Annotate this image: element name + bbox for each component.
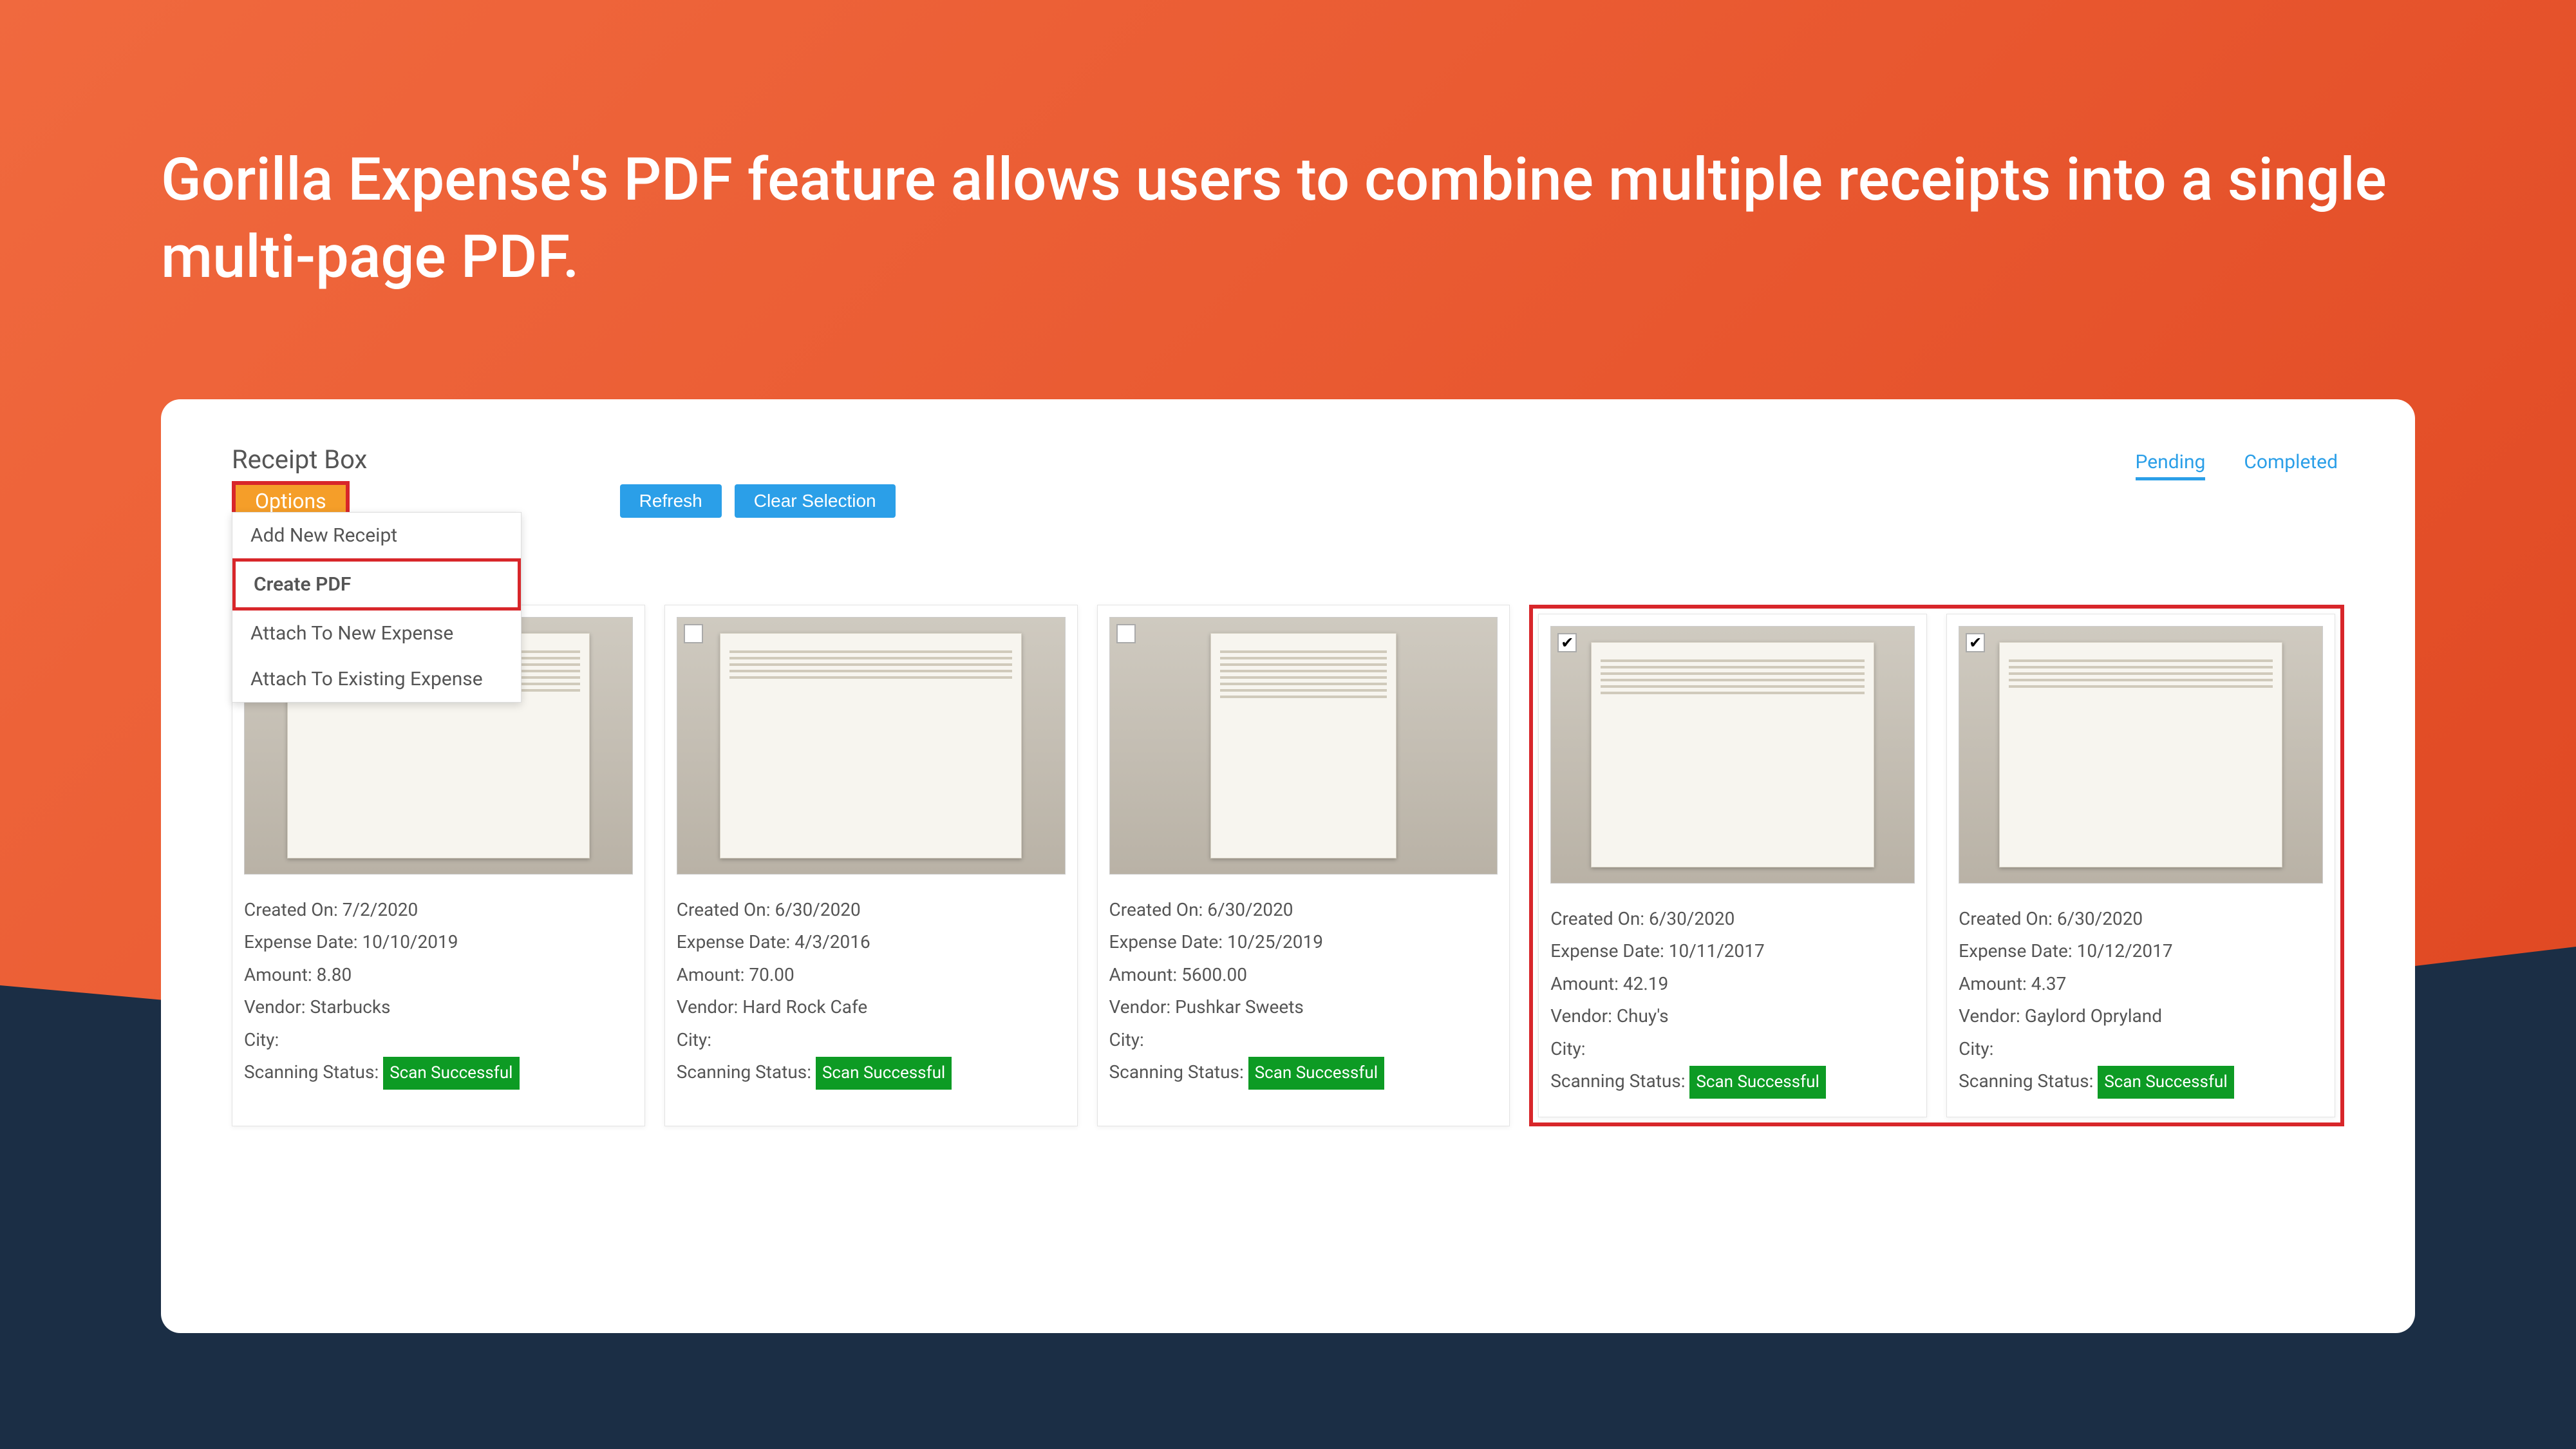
receipt-card[interactable]: Created On: 6/30/2020 Expense Date: 10/1…	[1538, 614, 1927, 1117]
receipt-image	[1591, 642, 1874, 867]
menu-attach-new-expense[interactable]: Attach To New Expense	[232, 611, 521, 656]
receipt-meta: Created On: 7/2/2020 Expense Date: 10/10…	[244, 894, 633, 1090]
select-checkbox[interactable]	[684, 624, 703, 643]
select-checkbox[interactable]	[1966, 633, 1985, 652]
scan-status-badge: Scan Successful	[2098, 1066, 2233, 1099]
refresh-button[interactable]: Refresh	[620, 484, 722, 518]
receipt-thumbnail	[1109, 617, 1498, 875]
receipt-meta: Created On: 6/30/2020 Expense Date: 4/3/…	[677, 894, 1066, 1090]
receipt-image	[1210, 633, 1396, 858]
receipt-meta: Created On: 6/30/2020 Expense Date: 10/2…	[1109, 894, 1498, 1090]
receipt-thumbnail	[677, 617, 1066, 875]
receipt-thumbnail	[1550, 626, 1915, 884]
options-dropdown: Add New Receipt Create PDF Attach To New…	[232, 512, 522, 703]
receipt-card[interactable]: Created On: 6/30/2020 Expense Date: 10/2…	[1097, 605, 1510, 1126]
status-tabs: Pending Completed	[2136, 451, 2338, 480]
toolbar-row: Options Refresh Clear Selection	[232, 481, 2344, 521]
receipt-meta: Created On: 6/30/2020 Expense Date: 10/1…	[1959, 903, 2323, 1099]
marketing-headline: Gorilla Expense's PDF feature allows use…	[161, 142, 2415, 296]
select-checkbox[interactable]	[1557, 633, 1577, 652]
scan-status-badge: Scan Successful	[1248, 1057, 1384, 1090]
scan-status-badge: Scan Successful	[383, 1057, 519, 1090]
select-checkbox[interactable]	[1116, 624, 1136, 643]
receipt-cards: Created On: 7/2/2020 Expense Date: 10/10…	[232, 605, 2344, 1126]
page-title: Receipt Box	[232, 444, 2344, 475]
selected-receipts-highlight: Created On: 6/30/2020 Expense Date: 10/1…	[1529, 605, 2344, 1126]
receipt-card[interactable]: Created On: 6/30/2020 Expense Date: 4/3/…	[664, 605, 1078, 1126]
menu-create-pdf[interactable]: Create PDF	[232, 558, 521, 611]
clear-selection-button[interactable]: Clear Selection	[735, 484, 896, 518]
scan-status-badge: Scan Successful	[816, 1057, 952, 1090]
menu-add-new-receipt[interactable]: Add New Receipt	[232, 513, 521, 558]
tab-completed[interactable]: Completed	[2244, 451, 2338, 480]
receipt-card[interactable]: Created On: 6/30/2020 Expense Date: 10/1…	[1946, 614, 2335, 1117]
scan-status-badge: Scan Successful	[1689, 1066, 1825, 1099]
tab-pending[interactable]: Pending	[2136, 451, 2206, 480]
receipt-meta: Created On: 6/30/2020 Expense Date: 10/1…	[1550, 903, 1915, 1099]
receipt-thumbnail	[1959, 626, 2323, 884]
receipt-image	[720, 633, 1022, 858]
app-panel: Receipt Box Options Refresh Clear Select…	[161, 399, 2415, 1333]
menu-attach-existing-expense[interactable]: Attach To Existing Expense	[232, 656, 521, 702]
receipt-image	[1999, 642, 2282, 867]
